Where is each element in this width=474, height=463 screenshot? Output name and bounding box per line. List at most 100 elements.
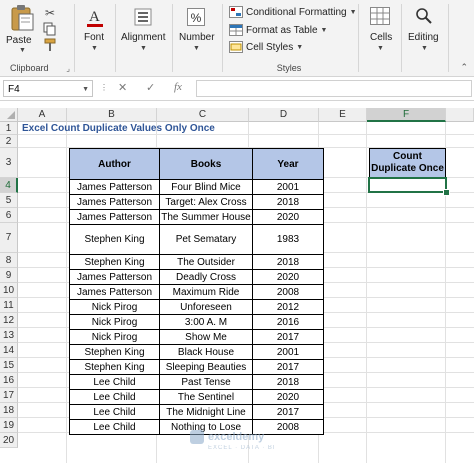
- clipboard-launcher-icon[interactable]: ⌟: [66, 64, 70, 73]
- cell-author[interactable]: Lee Child: [69, 374, 160, 390]
- column-header-blank[interactable]: [446, 108, 474, 122]
- cell-author[interactable]: Nick Pirog: [69, 299, 160, 315]
- row-header-13[interactable]: 13: [0, 328, 18, 343]
- table-header-books[interactable]: Books: [159, 148, 253, 180]
- collapse-ribbon-icon[interactable]: ⌃: [460, 62, 468, 73]
- column-header-a[interactable]: A: [18, 108, 67, 122]
- row-header-15[interactable]: 15: [0, 358, 18, 373]
- cell-book[interactable]: Target: Alex Cross: [159, 194, 253, 210]
- cell-year[interactable]: 2020: [252, 389, 324, 405]
- cell-author[interactable]: Stephen King: [69, 254, 160, 270]
- format-as-table-button[interactable]: Format as Table ▼: [229, 22, 327, 38]
- cell-author[interactable]: Stephen King: [69, 224, 160, 255]
- cut-icon[interactable]: ✂: [42, 5, 58, 21]
- cell-year[interactable]: 2020: [252, 269, 324, 285]
- cell-author[interactable]: Lee Child: [69, 404, 160, 420]
- cell-author[interactable]: Nick Pirog: [69, 314, 160, 330]
- table-header-year[interactable]: Year: [252, 148, 324, 180]
- cell-author[interactable]: Stephen King: [69, 359, 160, 375]
- table-header-author[interactable]: Author: [69, 148, 160, 180]
- insert-function-icon[interactable]: fx: [174, 81, 182, 93]
- cell-year[interactable]: 1983: [252, 224, 324, 255]
- selected-cell-f4[interactable]: [368, 177, 447, 193]
- cell-book[interactable]: Four Blind Mice: [159, 179, 253, 195]
- row-header-6[interactable]: 6: [0, 208, 18, 223]
- row-header-9[interactable]: 9: [0, 268, 18, 283]
- row-header-14[interactable]: 14: [0, 343, 18, 358]
- row-header-1[interactable]: 1: [0, 122, 18, 135]
- row-header-7[interactable]: 7: [0, 223, 18, 253]
- row-header-18[interactable]: 18: [0, 403, 18, 418]
- row-header-20[interactable]: 20: [0, 433, 18, 448]
- row-header-17[interactable]: 17: [0, 388, 18, 403]
- row-header-4[interactable]: 4: [0, 178, 18, 193]
- enter-icon[interactable]: ✓: [146, 81, 155, 94]
- name-box[interactable]: F4 ▼: [3, 80, 93, 97]
- cell-author[interactable]: Lee Child: [69, 389, 160, 405]
- paste-button[interactable]: Paste ▼: [6, 4, 36, 54]
- cell-styles-button[interactable]: Cell Styles ▼: [229, 39, 303, 55]
- count-header-cell[interactable]: Count Duplicate Once: [369, 148, 446, 178]
- cell-year[interactable]: 2020: [252, 209, 324, 225]
- cell-book[interactable]: Show Me: [159, 329, 253, 345]
- row-header-12[interactable]: 12: [0, 313, 18, 328]
- column-header-f[interactable]: F: [367, 108, 446, 122]
- cancel-icon[interactable]: ✕: [118, 81, 127, 94]
- column-header-c[interactable]: C: [157, 108, 249, 122]
- cell-year[interactable]: 2018: [252, 254, 324, 270]
- cell-book[interactable]: Deadly Cross: [159, 269, 253, 285]
- cell-author[interactable]: James Patterson: [69, 209, 160, 225]
- format-painter-icon[interactable]: [42, 38, 58, 54]
- cell-year[interactable]: 2018: [252, 194, 324, 210]
- editing-group[interactable]: Editing ▼: [402, 0, 447, 76]
- chevron-down-icon[interactable]: ▼: [82, 81, 89, 98]
- cell-author[interactable]: James Patterson: [69, 269, 160, 285]
- cell-author[interactable]: James Patterson: [69, 179, 160, 195]
- cell-book[interactable]: The Outsider: [159, 254, 253, 270]
- column-header-e[interactable]: E: [319, 108, 367, 122]
- row-header-19[interactable]: 19: [0, 418, 18, 433]
- row-header-16[interactable]: 16: [0, 373, 18, 388]
- worksheet-grid[interactable]: ABCDEF 1 2 3 4 5 6 7 8 9 10 11 12 13 14 15 16 17 18 19 20 E…: [0, 108, 474, 463]
- alignment-group[interactable]: Alignment ▼: [116, 0, 170, 76]
- cell-author[interactable]: James Patterson: [69, 194, 160, 210]
- row-header-10[interactable]: 10: [0, 283, 18, 298]
- cell-book[interactable]: Past Tense: [159, 374, 253, 390]
- cell-author[interactable]: James Patterson: [69, 284, 160, 300]
- cell-year[interactable]: 2012: [252, 299, 324, 315]
- cell-book[interactable]: The Summer House: [159, 209, 253, 225]
- row-header-5[interactable]: 5: [0, 193, 18, 208]
- cell-book[interactable]: Black House: [159, 344, 253, 360]
- cell-book[interactable]: 3:00 A. M: [159, 314, 253, 330]
- cell-book[interactable]: The Midnight Line: [159, 404, 253, 420]
- cell-book[interactable]: Sleeping Beauties: [159, 359, 253, 375]
- row-header-2[interactable]: 2: [0, 135, 18, 148]
- cell-year[interactable]: 2008: [252, 284, 324, 300]
- row-header-3[interactable]: 3: [0, 148, 18, 178]
- cell-author[interactable]: Lee Child: [69, 419, 160, 435]
- copy-icon[interactable]: [42, 22, 58, 38]
- cell-year[interactable]: 2001: [252, 179, 324, 195]
- cell-year[interactable]: 2017: [252, 404, 324, 420]
- cell-book[interactable]: Pet Sematary: [159, 224, 253, 255]
- fill-handle[interactable]: [443, 189, 450, 196]
- cells-group[interactable]: Cells ▼: [360, 0, 400, 76]
- row-header-8[interactable]: 8: [0, 253, 18, 268]
- select-all-corner[interactable]: [0, 108, 18, 122]
- cell-year[interactable]: 2017: [252, 329, 324, 345]
- column-header-b[interactable]: B: [67, 108, 157, 122]
- cell-author[interactable]: Nick Pirog: [69, 329, 160, 345]
- number-group[interactable]: % Number ▼: [173, 0, 221, 76]
- cell-year[interactable]: 2018: [252, 374, 324, 390]
- column-header-d[interactable]: D: [249, 108, 319, 122]
- cell-year[interactable]: 2016: [252, 314, 324, 330]
- formula-input[interactable]: [196, 80, 472, 97]
- cell-author[interactable]: Stephen King: [69, 344, 160, 360]
- row-header-11[interactable]: 11: [0, 298, 18, 313]
- cell-book[interactable]: The Sentinel: [159, 389, 253, 405]
- cell-book[interactable]: Maximum Ride: [159, 284, 253, 300]
- font-group[interactable]: A Font ▼: [75, 0, 115, 76]
- cell-book[interactable]: Unforeseen: [159, 299, 253, 315]
- paste-caret-icon[interactable]: ▼: [19, 47, 26, 54]
- cell-year[interactable]: 2001: [252, 344, 324, 360]
